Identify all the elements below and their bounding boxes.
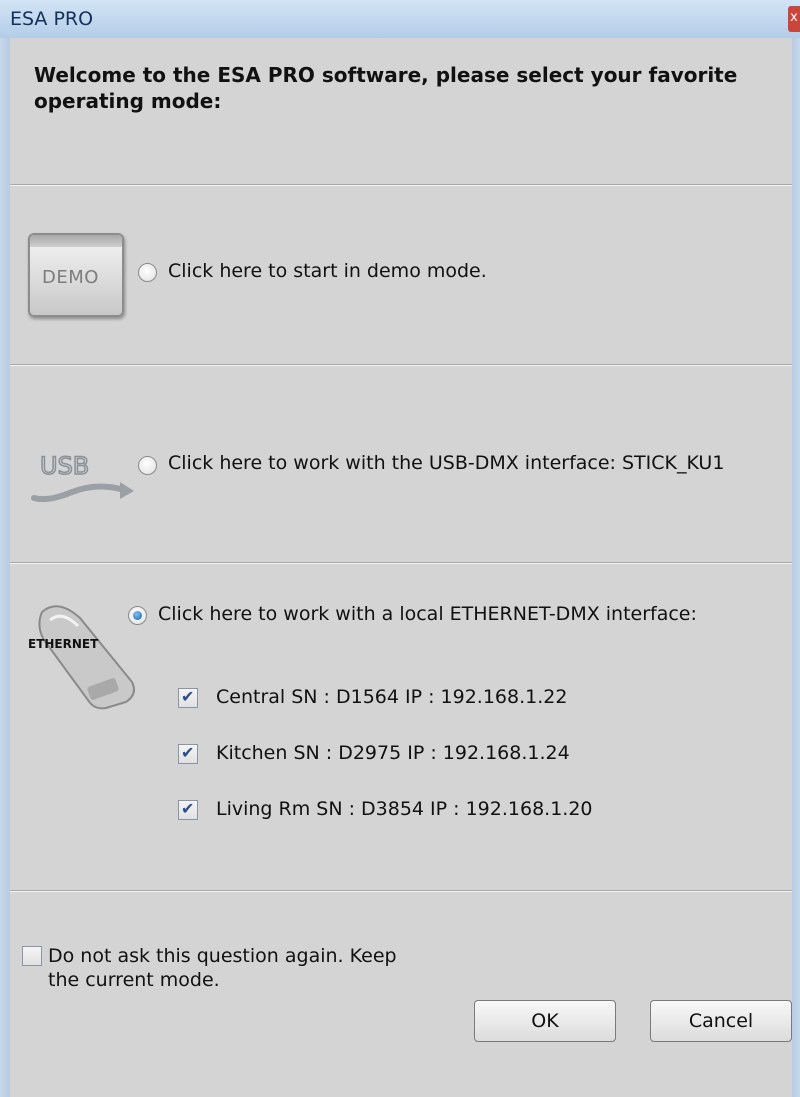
ethernet-mode-label[interactable]: Click here to work with a local ETHERNET… xyxy=(158,603,697,625)
separator xyxy=(10,364,792,366)
esa-pro-dialog: ESA PRO x Welcome to the ESA PRO softwar… xyxy=(0,0,800,1097)
welcome-heading: Welcome to the ESA PRO software, please … xyxy=(34,63,738,113)
device-living-rm-label[interactable]: Living Rm SN : D3854 IP : 192.168.1.20 xyxy=(216,798,593,820)
demo-icon: DEMO xyxy=(28,233,124,317)
usb-icon-text: USB xyxy=(40,452,89,480)
dont-ask-again-label[interactable]: Do not ask this question again. Keep the… xyxy=(48,944,428,992)
separator xyxy=(10,890,792,892)
demo-mode-radio[interactable] xyxy=(138,263,157,282)
separator xyxy=(10,562,792,564)
device-central-checkbox[interactable] xyxy=(178,687,198,708)
demo-mode-label[interactable]: Click here to start in demo mode. xyxy=(168,260,487,282)
usb-mode-label[interactable]: Click here to work with the USB-DMX inte… xyxy=(168,452,724,474)
separator xyxy=(10,184,792,186)
close-button[interactable]: x xyxy=(788,6,800,32)
usb-mode-radio[interactable] xyxy=(138,456,157,475)
window-frame-left xyxy=(0,38,10,1097)
cancel-button[interactable]: Cancel xyxy=(650,1000,792,1042)
demo-icon-text: DEMO xyxy=(42,267,99,288)
ethernet-mode-radio[interactable] xyxy=(128,606,147,625)
ok-button[interactable]: OK xyxy=(474,1000,616,1042)
ethernet-icon-text: ETHERNET xyxy=(28,637,99,651)
window-title: ESA PRO xyxy=(10,8,94,30)
usb-icon: USB xyxy=(31,451,134,503)
window-frame-right xyxy=(792,38,800,1097)
device-central-label[interactable]: Central SN : D1564 IP : 192.168.1.22 xyxy=(216,686,567,708)
dont-ask-again-checkbox[interactable] xyxy=(22,946,42,966)
dialog-content: Welcome to the ESA PRO software, please … xyxy=(10,38,792,1097)
device-kitchen-checkbox[interactable] xyxy=(178,743,198,764)
title-bar[interactable]: ESA PRO x xyxy=(0,0,800,39)
ethernet-icon: ETHERNET xyxy=(28,605,135,710)
device-kitchen-label[interactable]: Kitchen SN : D2975 IP : 192.168.1.24 xyxy=(216,742,570,764)
device-living-rm-checkbox[interactable] xyxy=(178,799,198,820)
